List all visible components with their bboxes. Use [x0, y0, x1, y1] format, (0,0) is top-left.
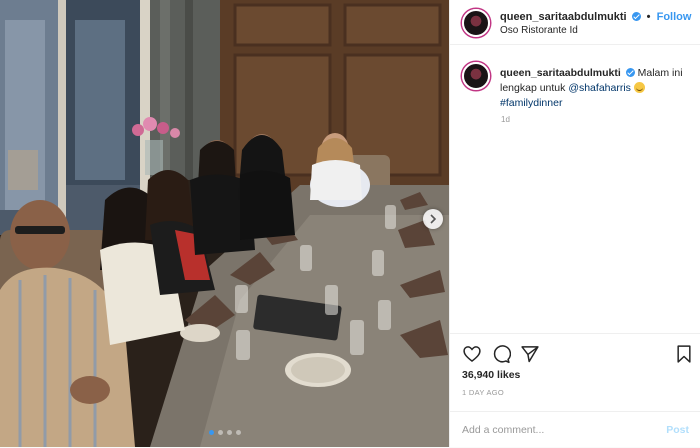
post-comment-button[interactable]: Post [666, 424, 689, 436]
comment-box: Post [450, 411, 700, 448]
slide-dot [217, 430, 223, 435]
chevron-right-icon [430, 214, 437, 224]
verified-icon [625, 68, 635, 77]
post-side-panel: queen_saritaabdulmukti • Follow Oso Rist… [449, 0, 700, 447]
post-photo[interactable] [0, 0, 449, 447]
smile-emoji-icon [633, 82, 645, 93]
bookmark-icon[interactable] [674, 344, 694, 364]
caption-mention[interactable]: @shafaharris [568, 82, 631, 94]
location-link[interactable]: Oso Ristorante Id [500, 25, 578, 36]
caption-username[interactable]: queen_saritaabdulmukti [500, 67, 621, 79]
verified-icon [631, 12, 641, 21]
caption-time: 1d [501, 115, 510, 124]
caption-avatar[interactable] [462, 62, 490, 90]
likes-count[interactable]: 36,940 likes [462, 369, 520, 381]
header-separator: • [646, 11, 651, 23]
post-timestamp: 1 DAY AGO [462, 388, 505, 397]
caption-text: queen_saritaabdulmukti Malam ini lengkap… [500, 66, 690, 111]
post-header: queen_saritaabdulmukti • Follow Oso Rist… [450, 0, 700, 45]
slide-dot [226, 430, 232, 435]
slide-dot [208, 430, 214, 435]
next-slide-button[interactable] [423, 209, 443, 229]
slide-indicator [0, 430, 449, 435]
comment-input[interactable] [462, 422, 652, 438]
follow-button[interactable]: Follow [657, 11, 692, 23]
action-bar [462, 344, 692, 366]
caption-hashtag[interactable]: #familydinner [500, 97, 562, 109]
comment-icon[interactable] [491, 344, 511, 364]
post-footer: 36,940 likes 1 DAY AGO Post [450, 333, 700, 447]
header-username[interactable]: queen_saritaabdulmukti [500, 11, 627, 23]
slide-dot [235, 430, 241, 435]
avatar[interactable] [462, 9, 490, 37]
instagram-post: queen_saritaabdulmukti • Follow Oso Rist… [0, 0, 700, 447]
dinner-photo-illustration [0, 0, 449, 447]
heart-icon[interactable] [462, 344, 482, 364]
share-icon[interactable] [520, 344, 540, 364]
